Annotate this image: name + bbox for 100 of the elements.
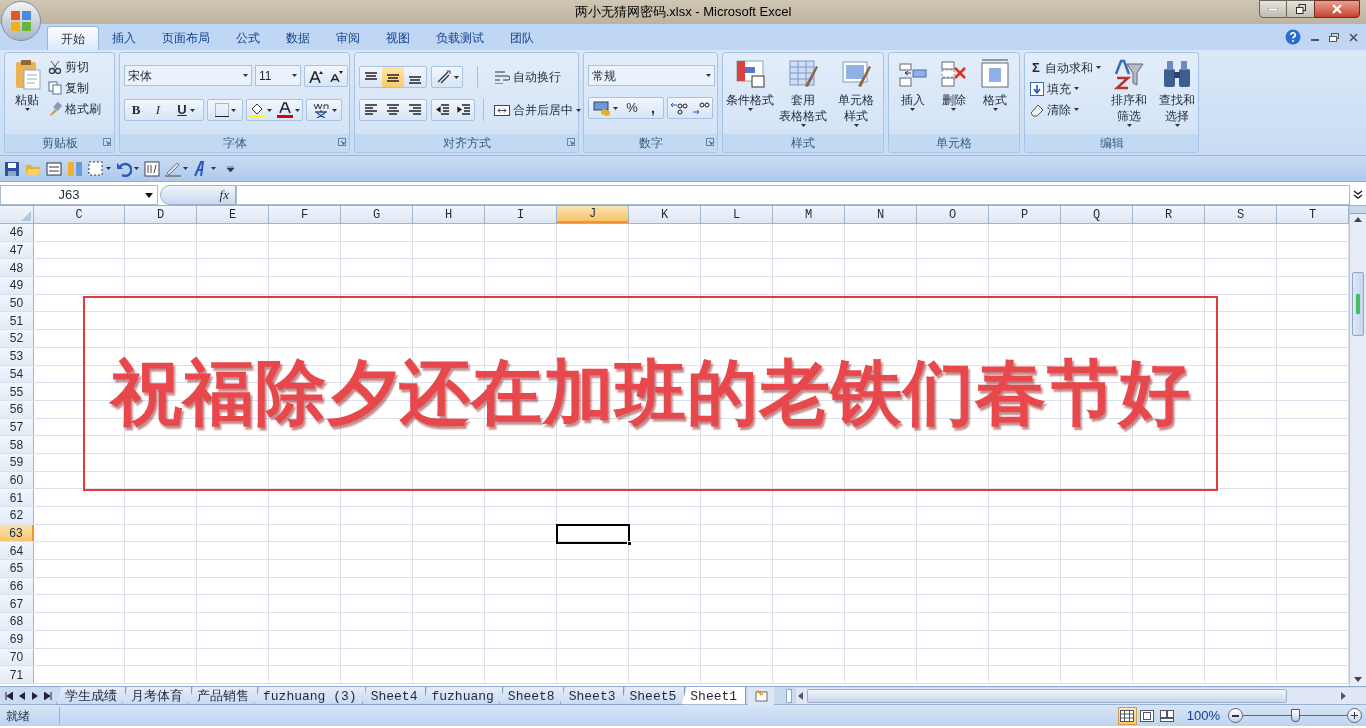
- row-header[interactable]: 51: [0, 312, 34, 330]
- number-format-box[interactable]: 常规: [588, 65, 715, 86]
- copy-button[interactable]: 复制: [46, 77, 103, 98]
- sheet-tab[interactable]: 产品销售: [188, 686, 258, 705]
- sheet-tab[interactable]: 学生成绩: [56, 686, 126, 705]
- column-header[interactable]: K: [629, 206, 701, 223]
- autosum-button[interactable]: Σ 自动求和: [1028, 57, 1103, 78]
- insert-function-button[interactable]: fx: [160, 184, 236, 205]
- column-header[interactable]: R: [1133, 206, 1205, 223]
- column-header[interactable]: P: [989, 206, 1061, 223]
- minimize-button[interactable]: [1259, 0, 1287, 18]
- scroll-thumb[interactable]: [807, 688, 1288, 703]
- toolbar-button[interactable]: [86, 158, 113, 179]
- ribbon-tab[interactable]: 团队: [497, 26, 547, 50]
- sheet-tab[interactable]: Sheet3: [559, 686, 625, 705]
- column-header[interactable]: N: [845, 206, 917, 223]
- column-header[interactable]: M: [773, 206, 845, 223]
- column-header[interactable]: H: [413, 206, 485, 223]
- ribbon-tab[interactable]: 负载测试: [423, 26, 497, 50]
- sheet-nav-button[interactable]: [31, 691, 39, 700]
- format-painter-button[interactable]: 格式刷: [46, 98, 103, 119]
- vertical-scrollbar[interactable]: [1349, 206, 1366, 686]
- view-button[interactable]: [1117, 706, 1137, 725]
- sheet-nav-button[interactable]: [5, 691, 13, 700]
- zoom-in-button[interactable]: [1347, 708, 1362, 723]
- row-header[interactable]: 49: [0, 277, 34, 294]
- row-header[interactable]: 67: [0, 595, 34, 613]
- column-header[interactable]: Q: [1061, 206, 1133, 223]
- zoom-out-button[interactable]: [1228, 708, 1243, 723]
- bold-button[interactable]: B: [125, 100, 147, 120]
- font-name-box[interactable]: 宋体: [124, 65, 252, 86]
- wrap-text-button[interactable]: 自动换行: [492, 66, 563, 88]
- row-header[interactable]: 64: [0, 542, 34, 560]
- ribbon-tab[interactable]: 页面布局: [149, 26, 223, 50]
- toolbar-button[interactable]: [191, 158, 218, 179]
- column-header[interactable]: O: [917, 206, 989, 223]
- find-select-button[interactable]: 查找和 选择: [1155, 56, 1199, 134]
- scroll-thumb[interactable]: [1352, 272, 1364, 336]
- comma-button[interactable]: ,: [643, 98, 663, 118]
- row-header[interactable]: 68: [0, 613, 34, 630]
- sheet-tab[interactable]: fuzhuang (3): [254, 686, 366, 705]
- sheet-tab[interactable]: Sheet8: [498, 686, 564, 705]
- column-header[interactable]: E: [197, 206, 269, 223]
- active-cell[interactable]: [556, 523, 630, 544]
- merge-center-button[interactable]: 合并后居中: [492, 99, 583, 121]
- vertical-align-button[interactable]: [382, 67, 404, 87]
- row-header[interactable]: 65: [0, 560, 34, 577]
- cut-button[interactable]: 剪切: [46, 56, 103, 77]
- cell-styles-button[interactable]: 单元格 样式: [832, 56, 880, 134]
- ribbon-tab[interactable]: 数据: [273, 26, 323, 50]
- column-header[interactable]: D: [125, 206, 197, 223]
- ribbon-tab[interactable]: 公式: [223, 26, 273, 50]
- horizontal-scrollbar[interactable]: [796, 687, 1366, 704]
- sheet-tab[interactable]: Sheet1: [681, 686, 747, 705]
- sheet-tab[interactable]: 月考体育: [122, 686, 192, 705]
- formula-input[interactable]: [236, 184, 1350, 205]
- row-header[interactable]: 48: [0, 259, 34, 277]
- percent-button[interactable]: %: [621, 98, 643, 118]
- row-header[interactable]: 61: [0, 489, 34, 506]
- row-header[interactable]: 52: [0, 330, 34, 347]
- row-header[interactable]: 55: [0, 383, 34, 400]
- italic-button[interactable]: I: [147, 100, 169, 120]
- close-button[interactable]: [1314, 0, 1360, 18]
- dialog-launcher-icon: [338, 138, 346, 146]
- column-header[interactable]: L: [701, 206, 773, 223]
- ribbon-tab[interactable]: 视图: [373, 26, 423, 50]
- clear-button[interactable]: 清除: [1028, 99, 1103, 120]
- font-color-button[interactable]: [274, 100, 302, 120]
- insert-cells-button[interactable]: 插入: [892, 56, 933, 134]
- conditional-format-button[interactable]: 条件格式: [726, 56, 774, 134]
- row-header[interactable]: 46: [0, 224, 34, 241]
- sheet-tab[interactable]: Sheet5: [620, 686, 686, 705]
- row-header[interactable]: 71: [0, 666, 34, 683]
- row-header[interactable]: 62: [0, 507, 34, 524]
- column-header[interactable]: F: [269, 206, 341, 223]
- ribbon-tab[interactable]: 开始: [47, 26, 99, 50]
- sheet-nav-button[interactable]: [44, 691, 52, 700]
- font-size-box[interactable]: 11: [255, 65, 301, 86]
- sheet-nav-button[interactable]: [18, 691, 26, 700]
- row-header[interactable]: 58: [0, 436, 34, 453]
- column-header[interactable]: S: [1205, 206, 1277, 223]
- fill-button[interactable]: 填充: [1028, 78, 1103, 99]
- ribbon-tab[interactable]: 审阅: [323, 26, 373, 50]
- toolbar-button[interactable]: [142, 158, 162, 179]
- column-header[interactable]: C: [34, 206, 125, 223]
- zoom-slider[interactable]: [1243, 707, 1347, 724]
- column-header[interactable]: J: [557, 206, 629, 223]
- delete-cells-button[interactable]: 删除: [934, 56, 974, 134]
- sheet-tab[interactable]: Sheet4: [361, 686, 427, 705]
- ribbon-tab[interactable]: 插入: [99, 26, 149, 50]
- paste-button[interactable]: 粘贴: [8, 56, 46, 134]
- name-box[interactable]: J63: [0, 184, 158, 205]
- restore-button[interactable]: [1287, 0, 1314, 18]
- sheet-tab[interactable]: fuzhuang: [422, 686, 503, 705]
- format-as-table-button[interactable]: 套用 表格格式: [774, 56, 832, 134]
- format-cells-button[interactable]: 格式: [975, 56, 1016, 134]
- column-header[interactable]: G: [341, 206, 413, 223]
- sort-filter-button[interactable]: 排序和 筛选: [1107, 56, 1151, 134]
- zoom-level[interactable]: 100%: [1186, 705, 1220, 726]
- underline-button[interactable]: U: [169, 100, 203, 120]
